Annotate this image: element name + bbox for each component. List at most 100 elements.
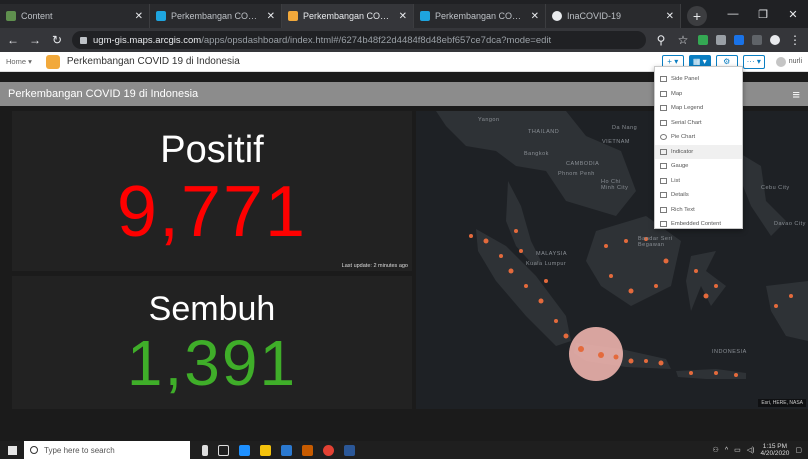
side-panel-icon: [660, 76, 667, 83]
extension-icon[interactable]: [698, 35, 708, 45]
menu-dots-icon[interactable]: ⋮: [788, 33, 802, 47]
tray-chevron-icon[interactable]: ^: [725, 447, 728, 454]
pie-chart-icon: [660, 134, 667, 141]
notifications-icon[interactable]: ▢: [795, 446, 802, 454]
map-label: INDONESIA: [712, 349, 747, 355]
volume-icon[interactable]: ◁): [747, 446, 755, 454]
globe-icon: [552, 11, 562, 21]
tab-favicon-icon: [288, 11, 298, 21]
menu-item-side-panel[interactable]: Side Panel: [655, 72, 742, 87]
profile-avatar[interactable]: [770, 35, 780, 45]
maximize-icon[interactable]: ❐: [748, 8, 778, 21]
forward-icon[interactable]: →: [28, 33, 42, 47]
word-icon[interactable]: [344, 444, 355, 456]
map-label: Cebu City: [761, 185, 790, 191]
chrome-icon[interactable]: [323, 444, 334, 456]
menu-item-indicator[interactable]: Indicator: [655, 144, 742, 159]
media-icon[interactable]: [302, 444, 313, 456]
browser-tab[interactable]: InaCOVID-19 ✕: [546, 4, 681, 28]
minimize-icon[interactable]: —: [718, 8, 748, 20]
map-label: Bangkok: [524, 151, 549, 157]
extension-icon[interactable]: [734, 35, 744, 45]
zoom-icon[interactable]: ⚲: [654, 33, 668, 47]
menu-item-serial-chart[interactable]: Serial Chart: [655, 116, 742, 131]
indicator-value-sembuh: 1,391: [126, 327, 298, 399]
extension-icon[interactable]: [716, 35, 726, 45]
indicator-value-positif: 9,771: [116, 172, 308, 252]
avatar: [775, 56, 786, 67]
indicator-title: Positif: [160, 129, 264, 171]
map-label: Da Nang: [612, 125, 638, 131]
lock-icon: [80, 36, 87, 44]
microphone-icon[interactable]: [202, 444, 208, 456]
clock[interactable]: 1:15 PM 4/20/2020: [760, 443, 789, 457]
task-view-icon[interactable]: [218, 444, 229, 456]
details-icon: [660, 192, 667, 199]
menu-item-embedded-content[interactable]: Embedded Content: [655, 217, 742, 232]
rich-text-icon: [660, 206, 667, 213]
windows-taskbar: Type here to search ⚇ ^ ▭ ◁) 1:15 PM 4/2…: [0, 441, 808, 459]
map-attribution: Esri, HERE, NASA: [758, 399, 806, 407]
new-tab-button[interactable]: +: [687, 6, 707, 26]
browser-tab[interactable]: Perkembangan COVID 19 di In ✕: [414, 4, 546, 28]
add-element-dropdown: Side Panel Map Map Legend Serial Chart P…: [654, 66, 743, 229]
menu-item-pie-chart[interactable]: Pie Chart: [655, 130, 742, 145]
file-explorer-icon[interactable]: [260, 444, 271, 456]
map-label: Bandar Seri Begawan: [638, 236, 673, 248]
menu-item-details[interactable]: Details: [655, 188, 742, 203]
indicator-title: Sembuh: [148, 290, 276, 328]
close-tab-icon[interactable]: ✕: [399, 11, 407, 22]
taskbar-search[interactable]: Type here to search: [24, 441, 190, 459]
taskbar-apps: [202, 444, 355, 456]
menu-item-list[interactable]: List: [655, 174, 742, 189]
browser-toolbar: ← → ↻ ugm-gis.maps.arcgis.com /apps/opsd…: [0, 28, 808, 52]
edge-icon[interactable]: [239, 444, 250, 456]
store-icon[interactable]: [281, 444, 292, 456]
hamburger-menu-icon[interactable]: ≡: [792, 87, 800, 102]
map-label: Yangon: [478, 117, 500, 123]
network-icon[interactable]: ▭: [734, 446, 741, 454]
case-cluster-bubble[interactable]: [569, 327, 623, 381]
more-options-button[interactable]: ··· ▾: [742, 54, 765, 69]
reload-icon[interactable]: ↻: [50, 33, 64, 47]
embed-icon: [660, 221, 667, 228]
extension-icon[interactable]: [752, 35, 762, 45]
bar-chart-icon: [660, 119, 667, 126]
browser-tab[interactable]: Perkembangan COVID 19 di In ✕: [150, 4, 282, 28]
back-icon[interactable]: ←: [6, 33, 20, 47]
menu-item-gauge[interactable]: Gauge: [655, 159, 742, 174]
windows-logo-icon: [7, 445, 17, 455]
map-label: THAILAND: [528, 129, 560, 135]
dashboard-logo-icon: [45, 54, 60, 69]
people-icon[interactable]: ⚇: [713, 446, 719, 454]
menu-item-map-legend[interactable]: Map Legend: [655, 101, 742, 116]
map-panel[interactable]: Yangon THAILAND Bangkok CAMBODIA Phnom P…: [416, 111, 808, 409]
app-title: Perkembangan COVID 19 di Indonesia: [66, 56, 240, 67]
close-tab-icon[interactable]: ✕: [267, 11, 275, 22]
browser-tab-active[interactable]: Perkembangan COVID 19 di In ✕: [282, 4, 414, 28]
home-menu[interactable]: Home ▾: [6, 57, 32, 66]
map-icon: [660, 90, 667, 97]
map-label: CAMBODIA: [566, 161, 600, 167]
bookmark-star-icon[interactable]: ☆: [676, 33, 690, 47]
map-label: Ho Chi Minh City: [601, 179, 629, 191]
menu-item-rich-text[interactable]: Rich Text: [655, 203, 742, 218]
user-menu[interactable]: nurli: [775, 56, 802, 67]
indicator-positif[interactable]: Positif 9,771 Last update: 2 minutes ago: [12, 111, 412, 271]
menu-item-map[interactable]: Map: [655, 87, 742, 102]
indicator-sembuh[interactable]: Sembuh 1,391: [12, 276, 412, 409]
start-button[interactable]: [0, 441, 24, 459]
list-icon: [660, 177, 667, 184]
close-tab-icon[interactable]: ✕: [666, 11, 674, 22]
tab-favicon-icon: [420, 11, 430, 21]
search-icon: [30, 446, 38, 454]
browser-tab[interactable]: Content ✕: [0, 4, 150, 28]
close-window-icon[interactable]: ✕: [778, 8, 808, 21]
map-label: MALAYSIA: [536, 251, 568, 257]
browser-tab-strip: Content ✕ Perkembangan COVID 19 di In ✕ …: [0, 0, 808, 28]
map-canvas[interactable]: [416, 111, 808, 409]
close-tab-icon[interactable]: ✕: [531, 11, 539, 22]
close-tab-icon[interactable]: ✕: [135, 11, 143, 22]
address-bar[interactable]: ugm-gis.maps.arcgis.com /apps/opsdashboa…: [72, 31, 646, 49]
tab-favicon-icon: [156, 11, 166, 21]
